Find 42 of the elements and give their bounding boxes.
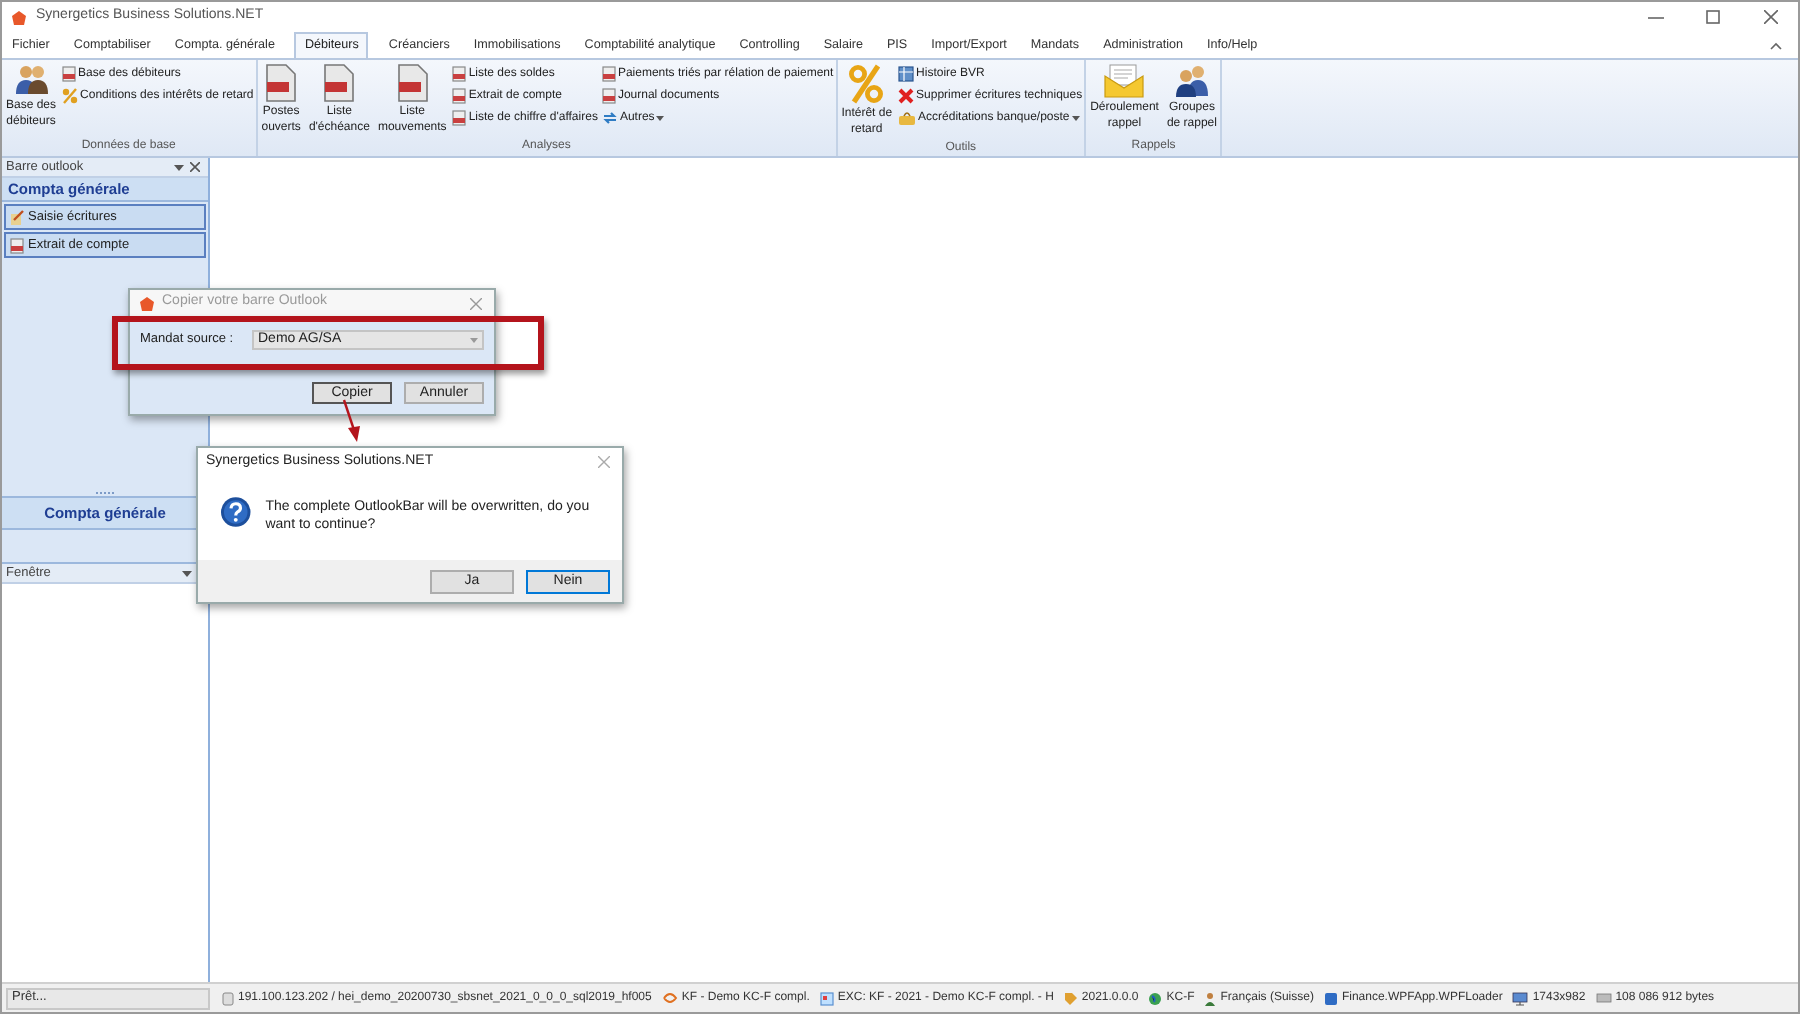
close-icon[interactable] bbox=[190, 162, 200, 172]
database-icon bbox=[222, 991, 234, 1005]
globe-icon bbox=[1148, 991, 1163, 1005]
document-icon bbox=[452, 110, 467, 126]
document-icon bbox=[266, 64, 297, 102]
maximize-icon[interactable] bbox=[1706, 10, 1720, 24]
people-icon bbox=[1173, 64, 1210, 98]
question-icon bbox=[220, 496, 252, 528]
bag-icon bbox=[898, 110, 917, 126]
window-icon bbox=[819, 991, 834, 1005]
collapse-ribbon-icon[interactable] bbox=[1770, 42, 1782, 50]
close-icon[interactable] bbox=[1764, 10, 1778, 24]
document-icon bbox=[601, 88, 616, 104]
document-icon bbox=[10, 237, 24, 253]
monitor-icon bbox=[1512, 991, 1529, 1005]
pen-icon bbox=[10, 209, 24, 225]
tag-icon bbox=[1063, 991, 1078, 1005]
caret-icon bbox=[656, 115, 667, 121]
app-logo-icon bbox=[10, 9, 28, 25]
caret-icon bbox=[1071, 115, 1082, 121]
delete-icon bbox=[898, 88, 915, 104]
memory-icon bbox=[1595, 992, 1612, 1004]
document-icon bbox=[452, 88, 467, 104]
document-icon bbox=[397, 64, 428, 102]
people-icon bbox=[13, 64, 50, 96]
close-icon[interactable] bbox=[470, 297, 482, 309]
link-icon bbox=[661, 992, 678, 1004]
envelope-icon bbox=[1104, 64, 1145, 98]
document-icon bbox=[452, 66, 467, 82]
percent-icon bbox=[62, 88, 79, 104]
document-icon bbox=[62, 66, 77, 82]
document-icon bbox=[601, 66, 616, 82]
percent-icon bbox=[848, 64, 885, 104]
caret-icon bbox=[470, 337, 478, 343]
app-logo-icon bbox=[138, 295, 156, 311]
app-icon bbox=[1323, 991, 1338, 1005]
dropdown-icon[interactable] bbox=[174, 163, 184, 171]
document-icon bbox=[324, 64, 355, 102]
table-icon bbox=[898, 66, 915, 82]
person-icon bbox=[1204, 991, 1217, 1005]
arrows-icon bbox=[601, 110, 618, 126]
dropdown-icon[interactable] bbox=[182, 569, 192, 577]
